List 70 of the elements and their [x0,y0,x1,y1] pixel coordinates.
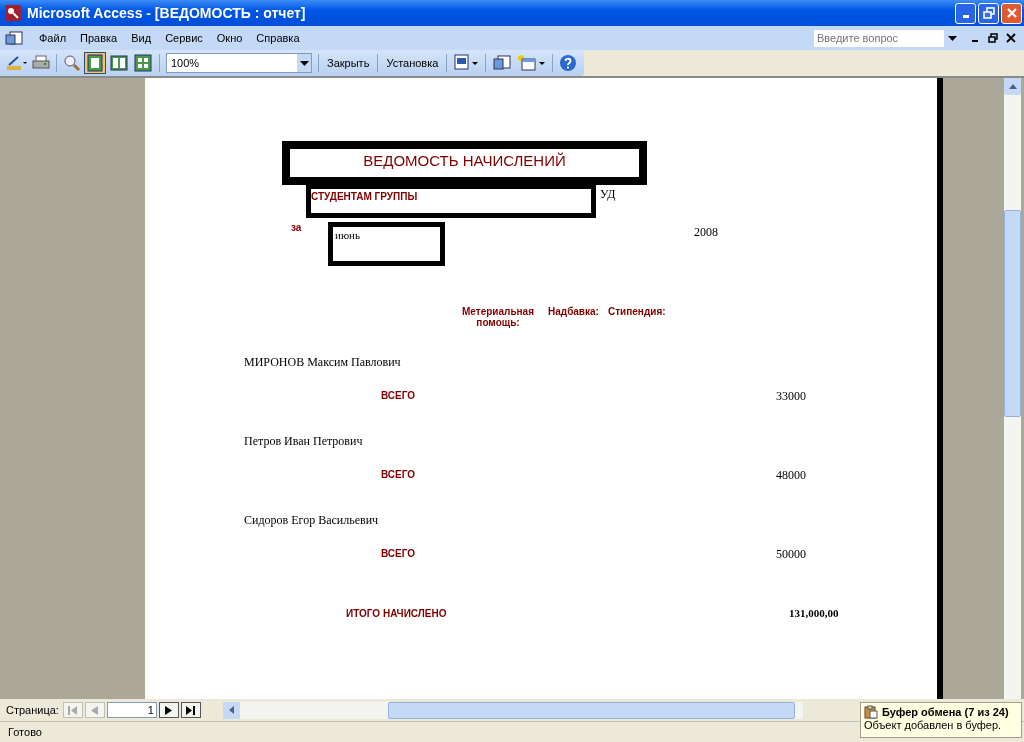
total-label: ВСЕГО [381,390,416,401]
group-value: УД [600,187,616,202]
page-label: Страница: [6,704,59,716]
group-label: СТУДЕНТАМ ГРУППЫ [311,191,418,202]
grand-total-label: ИТОГО НАЧИСЛЕНО [346,608,447,619]
total-label: ВСЕГО [381,469,416,480]
clipboard-notification[interactable]: Буфер обмена (7 из 24) Объект добавлен в буфер. [860,702,1022,738]
year-value: 2008 [694,225,718,240]
last-page-button[interactable] [180,702,201,718]
new-object-icon[interactable] [516,54,547,72]
grand-total-value: 131,000,00 [789,607,839,619]
database-window-icon[interactable] [492,54,513,72]
dropdown-arrow-icon[interactable] [948,35,957,41]
scroll-left-icon[interactable] [228,706,234,714]
student-name: Сидоров Егор Васильевич [244,513,379,528]
column-header: Надбавка: [548,306,599,317]
menu-item[interactable]: Окно [209,32,250,44]
question-field[interactable]: Введите вопрос [814,29,944,47]
window-title: Microsoft Access - [ВЕДОМОСТЬ : отчет] [27,5,307,21]
multiple-pages-icon[interactable] [133,53,153,73]
printer-icon[interactable] [32,54,50,72]
student-name: МИРОНОВ Максим Павлович [244,355,401,370]
report-title: ВЕДОМОСТЬ НАЧИСЛЕНИЙ [363,152,566,170]
close-button[interactable] [1001,2,1022,24]
menu-item[interactable]: Правка [73,32,125,44]
restore-icon[interactable] [988,33,998,43]
page-number-field[interactable]: 1 [106,702,157,718]
close-icon [1005,7,1018,19]
previous-page-icon [91,705,99,715]
two-pages-icon[interactable] [109,53,129,73]
next-page-icon [165,705,173,715]
horizontal-scrollbar[interactable] [222,701,803,719]
menu-item[interactable]: Вид [124,32,159,44]
one-page-icon[interactable] [85,53,105,73]
menu-item[interactable]: Сервис [158,32,210,44]
help-icon[interactable] [559,54,578,72]
last-page-icon [186,705,196,715]
key-icon [5,5,21,21]
scroll-up-icon[interactable] [1008,84,1017,89]
student-name: Петров Иван Петрович [244,434,363,449]
column-header: Метериальная помощь: [461,306,535,328]
status-text: Готово [8,726,42,738]
magnifier-icon[interactable] [63,54,81,72]
dropdown-arrow-icon[interactable] [299,60,309,66]
clipboard-message: Объект добавлен в буфер. [864,719,1003,731]
menu-item[interactable]: Файл [32,32,74,44]
restore-icon [982,7,995,19]
next-page-button[interactable] [158,702,179,718]
total-value: 33000 [776,389,806,404]
total-value: 50000 [776,547,806,562]
zoom-dropdown[interactable]: 100% [166,53,312,73]
close-icon[interactable] [1006,33,1016,43]
word-document-icon[interactable] [453,54,480,72]
window-icon[interactable] [4,29,24,47]
month-value: июнь [335,229,360,241]
minimize-button[interactable] [955,2,976,24]
period-label: за [291,222,302,233]
toolbar-button[interactable]: Установка [384,57,441,69]
column-header: Стипендия: [608,306,666,317]
clipboard-title: Буфер обмена (7 из 24) [882,706,1009,718]
design-view-icon[interactable] [6,54,28,72]
clipboard-icon [864,705,878,719]
total-value: 48000 [776,468,806,483]
restore-button[interactable] [978,2,999,24]
toolbar-button[interactable]: Закрыть [325,57,372,69]
menu-item[interactable]: Справка [249,32,307,44]
total-label: ВСЕГО [381,548,416,559]
vertical-scrollbar[interactable] [1004,78,1021,699]
minimize-icon [962,15,969,18]
first-page-icon [68,705,78,715]
